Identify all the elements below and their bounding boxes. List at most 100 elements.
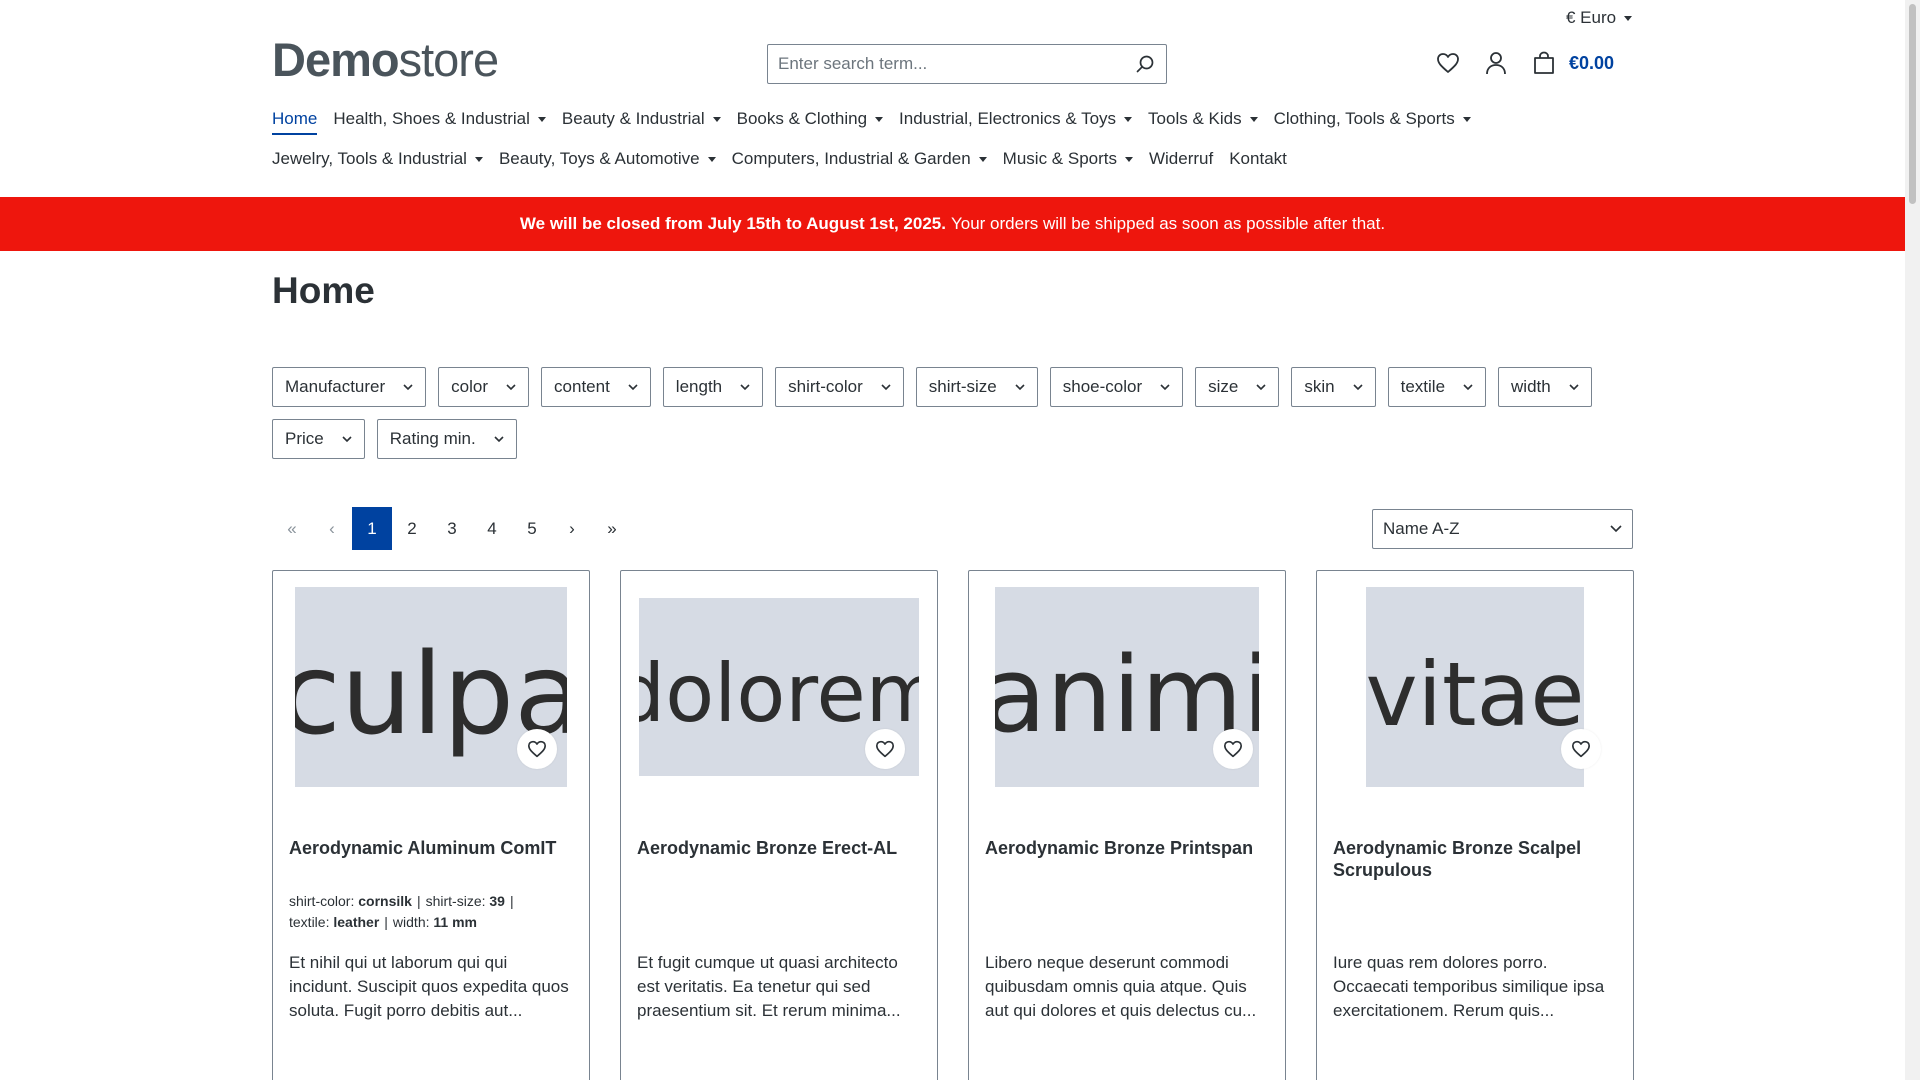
nav-item-row1-6[interactable]: Clothing, Tools & Sports [1274,109,1471,129]
pagination-page[interactable]: 4 [472,507,512,550]
product-description: Et nihil qui ut laborum qui qui incidunt… [289,953,569,1020]
add-to-wishlist-button[interactable] [865,729,905,769]
product-name[interactable]: Aerodynamic Bronze Printspan [985,837,1269,859]
main-navigation-row-1: Home Health, Shoes & Industrial Beauty & I… [272,109,1612,135]
filter-dropdown[interactable]: textile [1387,367,1487,407]
filter-label: Rating min. [389,429,476,448]
sort-select[interactable]: Name A-Z [1372,509,1633,549]
product-description: Et fugit cumque ut quasi architecto est … [637,953,901,1020]
header-actions: €0.00 [1435,50,1614,76]
caret-down-icon [875,116,884,122]
filter-dropdown[interactable]: width [1498,367,1592,407]
search-button[interactable] [1124,45,1166,83]
nav-item-label: Health, Shoes & Industrial [333,109,530,128]
filter-dropdown[interactable]: shirt-size [915,367,1038,407]
search-box [767,44,1167,84]
nav-item-label: Clothing, Tools & Sports [1273,109,1455,128]
nav-item-row1-4[interactable]: Industrial, Electronics & Toys [899,109,1133,129]
product-image-text: vitae [1366,643,1584,746]
shopping-bag-icon [1534,51,1554,74]
currency-selector[interactable]: € Euro [1566,8,1633,28]
property-label: shirt-size: [425,893,486,909]
product-card: culpa Aerodynamic Aluminum ComIT shirt-col… [272,570,590,1080]
filter-dropdown[interactable]: shoe-color [1049,367,1184,407]
wishlist-button[interactable] [1435,50,1461,76]
pagination-prev[interactable]: ‹ [312,507,352,550]
filter-dropdown[interactable]: skin [1291,367,1376,407]
nav-item-row2-0[interactable]: Jewelry, Tools & Industrial [272,149,483,169]
property-label: width: [392,914,430,930]
pagination-page[interactable]: 2 [392,507,432,550]
filter-dropdown[interactable]: color [438,367,530,407]
pagination-page[interactable]: 5 [512,507,552,550]
nav-item-row1-1[interactable]: Health, Shoes & Industrial [333,109,546,129]
nav-item-label: Industrial, Electronics & Toys [899,109,1117,128]
nav-item-label: Music & Sports [1002,149,1117,168]
filter-dropdown[interactable]: length [662,367,764,407]
pagination-page[interactable]: 1 [352,507,392,550]
nav-item-row2-3[interactable]: Music & Sports [1003,149,1133,169]
chevron-down-icon [506,384,516,391]
chevron-down-icon [1463,384,1473,391]
pagination-last[interactable]: » [592,507,632,550]
filter-dropdown[interactable]: shirt-color [775,367,904,407]
pagination-first[interactable]: « [272,507,312,550]
search-input[interactable] [768,45,1124,83]
scrollbar-thumb[interactable] [1909,4,1916,204]
caret-down-icon [978,156,987,162]
chevron-down-icon [1160,384,1170,391]
nav-item-row2-1[interactable]: Beauty, Toys & Automotive [499,149,716,169]
page-scrollbar[interactable] [1905,0,1920,1080]
nav-item-row1-5[interactable]: Tools & Kids [1148,109,1258,129]
filter-label: textile [1400,377,1446,396]
nav-item-row1-2[interactable]: Beauty & Industrial [562,109,721,129]
chevron-down-icon [881,384,891,391]
filter-dropdown[interactable]: Rating min. [376,419,517,459]
add-to-wishlist-button[interactable] [1561,729,1601,769]
search-icon [1136,55,1154,73]
product-name[interactable]: Aerodynamic Bronze Scalpel Scrupulous [1333,837,1617,881]
filter-label: size [1208,377,1239,396]
caret-down-icon [1124,116,1133,122]
filter-dropdown[interactable]: Manufacturer [272,367,427,407]
banner-bold-text: We will be closed from July 15th to Augu… [519,214,946,233]
currency-label: € Euro [1566,8,1617,27]
cart-button[interactable] [1531,50,1557,76]
add-to-wishlist-button[interactable] [517,729,557,769]
nav-item-row2-5[interactable]: Kontakt [1229,149,1287,169]
chevron-down-icon [740,384,750,391]
product-card: animi Aerodynamic Bronze Printspan Libero … [968,570,1286,1080]
account-button[interactable] [1483,50,1509,76]
chevron-down-icon [1256,384,1266,391]
chevron-down-icon [1569,384,1579,391]
pagination-page[interactable]: 3 [432,507,472,550]
nav-item-row1-0[interactable]: Home [272,109,318,135]
filter-label: Manufacturer [285,377,386,396]
add-to-wishlist-button[interactable] [1213,729,1253,769]
cart-total[interactable]: €0.00 [1569,53,1614,74]
logo-bold: Demo [272,33,400,86]
main-navigation-row-2: Jewelry, Tools & Industrial Beauty, Toys … [272,149,1612,169]
product-name[interactable]: Aerodynamic Aluminum ComIT [289,837,573,859]
filter-dropdown[interactable]: Price [272,419,365,459]
property-separator: | [509,893,514,909]
store-logo[interactable]: Demostore [272,33,499,86]
nav-item-row1-3[interactable]: Books & Clothing [737,109,884,129]
filter-dropdown[interactable]: size [1195,367,1280,407]
nav-item-label: Home [272,109,318,128]
property-value: leather [333,914,380,930]
nav-item-row2-4[interactable]: Widerruf [1149,149,1213,169]
nav-item-row2-2[interactable]: Computers, Industrial & Garden [732,149,987,169]
filter-label: shirt-color [788,377,863,396]
pagination-next[interactable]: › [552,507,592,550]
heart-icon [1572,740,1590,758]
filter-dropdown[interactable]: content [541,367,651,407]
chevron-down-icon [1610,525,1622,533]
property-value: cornsilk [358,893,412,909]
product-name[interactable]: Aerodynamic Bronze Erect-AL [637,837,921,859]
pagination-pages: 12345 [352,507,552,550]
nav-item-label: Beauty & Industrial [561,109,705,128]
page-title: Home [272,270,375,311]
heart-icon [1224,740,1242,758]
filter-label: color [451,377,489,396]
